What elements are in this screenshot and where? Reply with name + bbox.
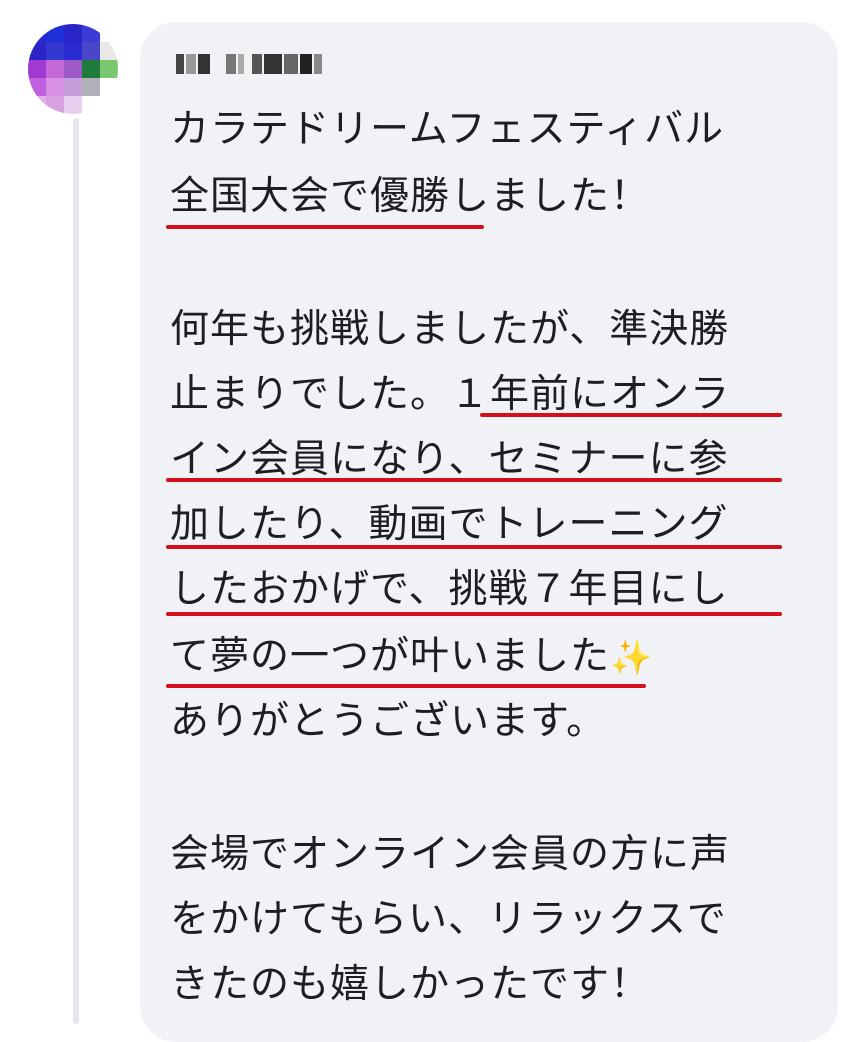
highlight-underline (480, 413, 782, 417)
comment-line-4: 止まりでした。１年前にオンラ (170, 372, 731, 417)
highlight-underline (166, 684, 646, 688)
comment-line-8: て夢の一つが叶いました✨ (170, 634, 830, 681)
comment-line-1: カラテドリームフェスティバル (170, 107, 725, 152)
thread-line (73, 118, 79, 1024)
highlight-underline (166, 612, 782, 616)
comment-line-7: したおかげで、挑戦７年目にし (170, 567, 729, 612)
comment-line-6: 加したり、動画でトレーニング (170, 502, 729, 547)
comment-line-2: 全国大会で優勝しました！ (170, 174, 651, 219)
comment-line-3: 何年も挑戦しましたが、準決勝 (170, 307, 730, 352)
comment-line-5: イン会員になり、セミナーに参 (170, 437, 729, 482)
comment-line-10: 会場でオンライン会員の方に声 (170, 832, 731, 877)
highlight-underline (166, 225, 484, 229)
comment-line-8-text: て夢の一つが叶いました (170, 634, 611, 679)
comment-line-9: ありがとうございます。 (170, 699, 607, 744)
author-name-pixelated[interactable] (176, 42, 376, 86)
comment-line-11: をかけてもらい、リラックスで (170, 897, 727, 942)
sparkles-icon: ✨ (610, 638, 654, 678)
avatar[interactable] (28, 24, 118, 114)
highlight-underline (166, 478, 782, 482)
highlight-underline (166, 545, 782, 549)
comment-line-12: きたのも嬉しかったです！ (170, 962, 651, 1007)
